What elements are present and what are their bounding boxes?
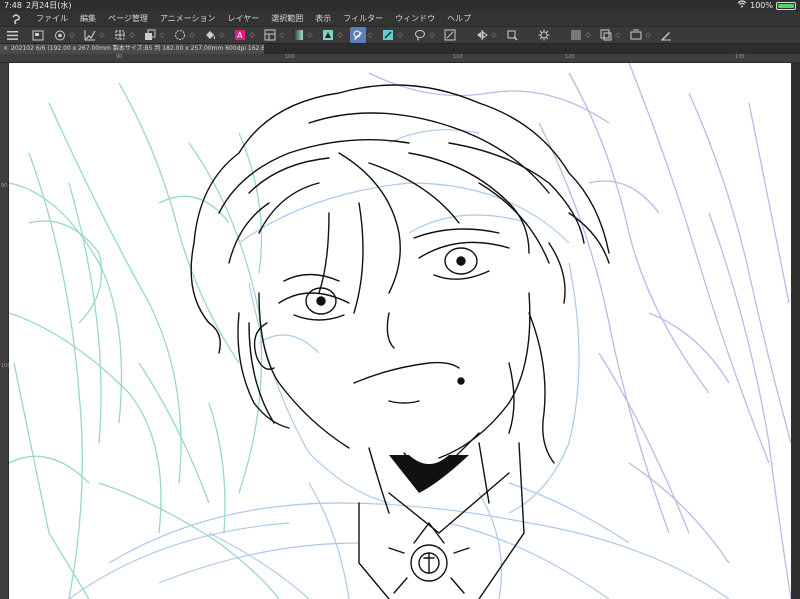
new-canvas-icon[interactable] (30, 27, 46, 43)
chevron-updown-icon[interactable]: ◇ (128, 27, 136, 43)
mask-icon[interactable] (320, 27, 336, 43)
chevron-updown-icon[interactable]: ◇ (278, 27, 286, 43)
chevron-updown-icon[interactable]: ◇ (188, 27, 196, 43)
status-time: 7:48 (4, 1, 22, 10)
battery-icon (776, 2, 796, 10)
rotate-icon[interactable] (504, 27, 520, 43)
chevron-updown-icon[interactable]: ◇ (218, 27, 226, 43)
menu-help[interactable]: ヘルプ (441, 11, 477, 26)
sketch-layer-purple (368, 63, 791, 599)
flip-icon[interactable] (474, 27, 490, 43)
menu-edit[interactable]: 編集 (74, 11, 102, 26)
layer-icon[interactable] (262, 27, 278, 43)
reference-icon[interactable] (598, 27, 614, 43)
document-tabbar: × 202102 6/6 (192.00 x 267.00mm 製本サイズ:B5… (0, 44, 800, 54)
sketch-layer-blue (68, 129, 730, 599)
ink-shadow (389, 455, 469, 493)
chevron-updown-icon[interactable]: ◇ (98, 27, 106, 43)
menu-page[interactable]: ページ管理 (102, 11, 154, 26)
document-title: 202102 6/6 (192.00 x 267.00mm 製本サイズ:B5 判… (11, 45, 264, 52)
menu-file[interactable]: ファイル (30, 11, 74, 26)
artwork (9, 63, 791, 599)
chevron-updown-icon[interactable]: ◇ (614, 27, 622, 43)
app-logo-icon[interactable] (8, 11, 24, 26)
close-icon[interactable]: × (3, 44, 8, 54)
chevron-updown-icon[interactable]: ◇ (490, 27, 498, 43)
menu-window[interactable]: ウィンドウ (389, 11, 441, 26)
ruler-pen-icon[interactable] (350, 27, 366, 43)
chevron-updown-icon[interactable]: ◇ (428, 27, 436, 43)
ruler-left: 90 100 (0, 63, 11, 599)
lasso-icon[interactable] (412, 27, 428, 43)
chevron-updown-icon[interactable]: ◇ (248, 27, 256, 43)
copy-icon[interactable] (142, 27, 158, 43)
chevron-updown-icon[interactable]: ◇ (396, 27, 404, 43)
status-date: 2月24日(水) (26, 1, 72, 10)
chevron-updown-icon[interactable]: ◇ (306, 27, 314, 43)
menu-icon[interactable] (4, 27, 20, 43)
ruler-label: 110 (453, 54, 463, 60)
ruler-label: 100 (285, 54, 295, 60)
ink-line-art (190, 84, 610, 599)
ruler-label: 130 (735, 54, 745, 60)
lasso-select-icon[interactable] (172, 27, 188, 43)
gradient-icon[interactable] (290, 27, 306, 43)
menu-view[interactable]: 表示 (309, 11, 337, 26)
document-tab[interactable]: × 202102 6/6 (192.00 x 267.00mm 製本サイズ:B5… (0, 44, 264, 54)
drawing-canvas[interactable] (9, 63, 791, 599)
chevron-updown-icon[interactable]: ◇ (336, 27, 344, 43)
menu-filter[interactable]: フィルター (337, 11, 389, 26)
menu-selection[interactable]: 選択範囲 (265, 11, 309, 26)
menu-layer[interactable]: レイヤー (222, 11, 266, 26)
resize-icon[interactable] (442, 27, 458, 43)
color-icon[interactable]: A (232, 27, 248, 43)
snap-icon[interactable] (380, 27, 396, 43)
save-icon[interactable] (52, 27, 68, 43)
transform-icon[interactable] (112, 27, 128, 43)
chevron-updown-icon[interactable]: ◇ (158, 27, 166, 43)
command-bar: ◇ ◇ ◇ ◇ ◇ ◇ A ◇ ◇ ◇ ◇ ◇ ◇ ◇ ◇ ◇ ◇ ◇ (0, 26, 800, 44)
grid-icon[interactable] (568, 27, 584, 43)
status-bar: 7:48 2月24日(水) 100% (0, 0, 800, 11)
chevron-updown-icon[interactable]: ◇ (584, 27, 592, 43)
menu-bar: ファイル 編集 ページ管理 アニメーション レイヤー 選択範囲 表示 フィルター… (0, 11, 800, 26)
pen-settings-icon[interactable] (658, 27, 674, 43)
status-right: 100% (737, 0, 796, 11)
ruler-label: 90 (116, 54, 123, 60)
battery-percent: 100% (750, 1, 773, 10)
wifi-icon (737, 0, 747, 11)
undo-icon[interactable] (82, 27, 98, 43)
ruler-top: 90 100 110 120 130 (0, 54, 800, 63)
ruler-label: 120 (565, 54, 575, 60)
layer-settings-icon[interactable] (628, 27, 644, 43)
chevron-updown-icon[interactable]: ◇ (644, 27, 652, 43)
menu-animation[interactable]: アニメーション (154, 11, 222, 26)
ruler-label: 90 (1, 183, 8, 189)
battery-fill (778, 4, 794, 8)
scroll-gutter[interactable] (791, 63, 800, 599)
chevron-updown-icon[interactable]: ◇ (366, 27, 374, 43)
fill-icon[interactable] (202, 27, 218, 43)
settings-icon[interactable] (536, 27, 552, 43)
svg-text:A: A (237, 31, 243, 40)
chevron-updown-icon[interactable]: ◇ (68, 27, 76, 43)
